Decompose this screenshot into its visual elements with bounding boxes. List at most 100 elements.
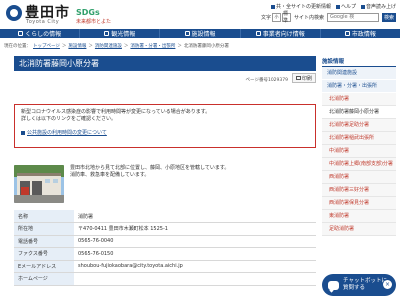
facility-info-table: 名称 消防署 所在地 〒470-0411 豊田市木瀬町松本 1525-1 電話番号 0… — [14, 210, 316, 286]
side-item-asuke[interactable]: 足助消防署 — [322, 223, 396, 236]
util-link-label: 共・全サイトの更新情報 — [275, 4, 331, 10]
site-header: 豊田市 Toyota City SDGs 未来都市とよた 共・全サイトの更新情報… — [0, 0, 400, 29]
font-small-button[interactable]: 小 — [271, 12, 281, 22]
nav-item-label: 事業者向け情報 — [262, 31, 305, 38]
breadcrumb-facilities[interactable]: 施設情報 — [68, 43, 86, 49]
description-line: 豊田市北地から見て北部に位置し、藤岡、小原地区を管轄しています。 — [70, 165, 230, 171]
breadcrumb-separator: ＞ — [61, 44, 67, 49]
breadcrumb-separator: ＞ — [177, 44, 182, 49]
side-item-higashi[interactable]: 東消防署 — [322, 210, 396, 223]
city-emblem-icon[interactable] — [6, 5, 22, 21]
font-size-control: 文字 小 標準 — [260, 11, 291, 24]
search-input[interactable] — [327, 12, 379, 22]
nav-item-facilities[interactable]: 施設情報 — [160, 29, 241, 38]
global-nav: くらしの情報 観光情報 施設情報 事業者向け情報 市政情報 — [0, 29, 400, 38]
table-row: 名称 消防署 — [14, 210, 316, 223]
nav-item-label: 観光情報 — [111, 31, 136, 38]
description-line: 消防車、救急車を配備しています。 — [70, 172, 150, 178]
nav-item-tourism[interactable]: 観光情報 — [80, 29, 161, 38]
util-link-label: ヘルプ — [340, 4, 356, 10]
chatbot-button[interactable]: チャットボットに 質問する × — [322, 274, 396, 296]
main-content: 北消防署藤岡小原分署 ページ番号1029379 印刷 新型コロナウイルス感染症の… — [14, 56, 316, 300]
nav-item-citygov[interactable]: 市政情報 — [321, 29, 400, 38]
row-value: 0565-76-0150 — [74, 247, 316, 261]
breadcrumb-top[interactable]: トップページ — [33, 43, 60, 49]
breadcrumb-current: 北消防署藤岡小原分署 — [183, 44, 229, 49]
side-item-naka[interactable]: 中消防署 — [322, 145, 396, 158]
side-nav-title[interactable]: 施設情報 — [322, 57, 396, 67]
print-button[interactable]: 印刷 — [292, 73, 316, 83]
breadcrumb: 現在の位置： トップページ＞ 施設情報＞ 消防関連施設＞ 消防署・分署・出張所＞… — [4, 43, 304, 49]
search-label: サイト内検索 — [293, 14, 324, 21]
nav-item-label: 施設情報 — [191, 31, 216, 38]
nav-item-business[interactable]: 事業者向け情報 — [241, 29, 321, 38]
link-arrow-icon — [21, 130, 25, 135]
cityhall-icon — [344, 31, 350, 36]
util-link-speech[interactable]: 音声読み上げ — [360, 2, 396, 11]
covid-notice-box: 新型コロナウイルス感染症の影響で利用時間等が変更になっている場合があります。 詳… — [14, 104, 316, 148]
side-item-miyoshi[interactable]: 西消防署三好分署 — [322, 184, 396, 197]
facility-description: 豊田市北地から見て北部に位置し、藤岡、小原地区を管轄しています。 消防車、救急車… — [70, 165, 316, 179]
font-standard-button[interactable]: 標準 — [281, 11, 291, 24]
side-item-inabu[interactable]: 北消防署稲武出張所 — [322, 132, 396, 145]
side-item-kamigo[interactable]: 中消防署上郷(南部支部)分署 — [322, 158, 396, 171]
side-item-fire-facilities[interactable]: 消防関連施設 — [322, 67, 396, 80]
table-row: ファクス番号 0565-76-0150 — [14, 247, 316, 261]
row-label: ホームページ — [14, 272, 74, 286]
link-arrow-icon — [360, 4, 365, 9]
breadcrumb-fire-stations[interactable]: 消防署・分署・出張所 — [130, 43, 175, 49]
breadcrumb-prefix: 現在の位置： — [4, 44, 31, 49]
row-value: 0565-76-0040 — [74, 235, 316, 248]
notice-text-line: 詳しくは以下のリンクをご確認ください。 — [21, 116, 117, 122]
notice-link[interactable]: 公共施設の利用時間の変更について — [21, 129, 309, 136]
util-link-help[interactable]: ヘルプ — [335, 2, 356, 11]
email-link[interactable]: shoubou-fujiokaobara@city.toyota.aichi.j… — [74, 260, 316, 273]
row-label: Eメールアドレス — [14, 260, 74, 273]
nav-item-living[interactable]: くらしの情報 — [0, 29, 81, 38]
printer-icon — [295, 76, 301, 80]
side-item-homi[interactable]: 西消防署保見分署 — [322, 197, 396, 210]
close-icon[interactable]: × — [383, 280, 392, 289]
camera-icon — [104, 31, 110, 36]
side-item-fire-stations[interactable]: 消防署・分署・出張所 — [322, 80, 396, 93]
nav-item-label: くらしの情報 — [25, 31, 62, 38]
notice-text-line: 新型コロナウイルス感染症の影響で利用時間等が変更になっている場合があります。 — [21, 109, 211, 115]
side-item-asuke-branch[interactable]: 北消防署足助分署 — [322, 119, 396, 132]
notice-link-label: 公共施設の利用時間の変更について — [27, 130, 107, 136]
fire-station-photo — [14, 165, 64, 203]
table-row: 所在地 〒470-0411 豊田市木瀬町松本 1525-1 — [14, 222, 316, 236]
breadcrumb-separator: ＞ — [123, 44, 129, 49]
page-id: ページ番号1029379 — [245, 78, 288, 83]
chatbot-label: チャットボットに 質問する — [343, 278, 387, 292]
link-arrow-icon — [270, 4, 275, 9]
table-row: 電話番号 0565-76-0040 — [14, 235, 316, 248]
util-link-updates[interactable]: 共・全サイトの更新情報 — [270, 2, 331, 11]
side-item-fujioka-obara[interactable]: 北消防署藤岡小原分署 — [322, 106, 396, 119]
row-value: 消防署 — [74, 210, 316, 223]
row-label: ファクス番号 — [14, 247, 74, 261]
table-row: Eメールアドレス shoubou-fujiokaobara@city.toyota… — [14, 260, 316, 273]
util-link-label: 音声読み上げ — [365, 4, 396, 10]
search-button[interactable]: 検索 — [382, 12, 396, 22]
chat-bubble-icon — [328, 280, 339, 290]
chatbot-label-line: 質問する — [343, 285, 366, 291]
row-label: 名称 — [14, 210, 74, 223]
table-row: ホームページ — [14, 272, 316, 286]
print-label: 印刷 — [301, 75, 312, 82]
building-icon — [184, 31, 190, 36]
chatbot-label-line: チャットボットに — [343, 278, 387, 284]
house-icon — [18, 31, 24, 36]
sdgs-main: SDGs — [76, 8, 100, 17]
breadcrumb-separator: ＞ — [88, 44, 93, 49]
font-size-label: 文字 — [260, 14, 271, 21]
breadcrumb-fire-facilities[interactable]: 消防関連施設 — [95, 43, 122, 49]
sdgs-logo[interactable]: SDGs 未来都市とよた — [76, 3, 122, 25]
row-value — [74, 272, 316, 286]
side-item-nishi[interactable]: 西消防署 — [322, 171, 396, 184]
row-label: 所在地 — [14, 222, 74, 236]
side-item-kita[interactable]: 北消防署 — [322, 93, 396, 106]
fire-station-image — [14, 165, 64, 203]
page-title: 北消防署藤岡小原分署 — [14, 56, 316, 71]
logo-english: Toyota City — [26, 19, 60, 25]
row-value: 〒470-0411 豊田市木瀬町松本 1525-1 — [74, 222, 316, 236]
